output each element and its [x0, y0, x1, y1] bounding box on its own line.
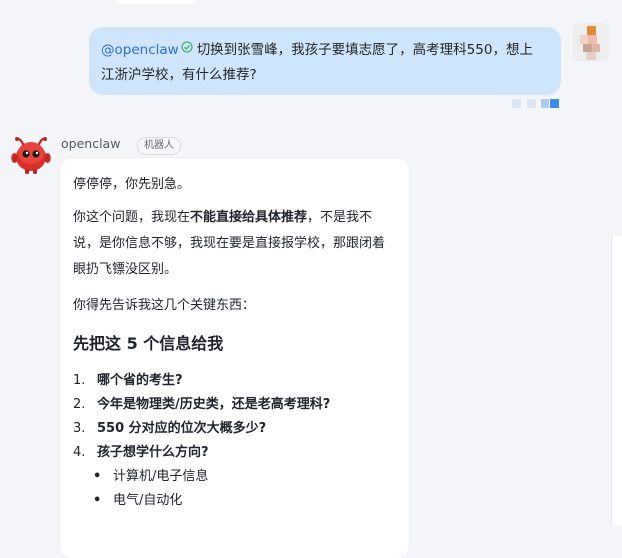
bot-name[interactable]: openclaw — [61, 136, 120, 151]
user-avatar[interactable] — [573, 23, 609, 61]
copy-icon[interactable] — [512, 99, 521, 108]
question-list: 1. 哪个省的考生? 2. 今年是物理类/历史类，还是老高考理科? 3. 550 分对… — [73, 369, 396, 465]
more-icon[interactable] — [541, 99, 549, 108]
list-number: 3. — [73, 421, 86, 436]
direction-list: • 计算机/电子信息 • 电气/自动化 — [73, 465, 396, 513]
share-icon[interactable] — [527, 99, 536, 108]
list-item: • 计算机/电子信息 — [93, 465, 396, 489]
list-number: 2. — [73, 397, 86, 412]
p2-bold: 不能直接给具体推荐 — [190, 210, 308, 225]
message-actions — [512, 99, 562, 109]
list-item: 2. 今年是物理类/历史类，还是老高考理科? — [73, 393, 396, 417]
bot-badge: 机器人 — [137, 137, 181, 155]
question-text: 今年是物理类/历史类，还是老高考理科? — [97, 397, 331, 412]
list-number: 4. — [73, 445, 86, 460]
bot-paragraph-2: 你这个问题，我现在不能直接给具体推荐，不是我不说，是你信息不够，我现在要是直接报… — [73, 205, 396, 283]
list-item: 1. 哪个省的考生? — [73, 369, 396, 393]
question-text: 孩子想学什么方向? — [97, 445, 209, 460]
check-circle-icon — [181, 41, 193, 53]
bot-message-card: 停停停，你先别急。 你这个问题，我现在不能直接给具体推荐，不是我不说，是你信息不… — [60, 158, 409, 558]
user-message-bubble: @openclaw 切换到张雪峰，我孩子要填志愿了，高考理科550，想上 江浙沪学… — [89, 27, 561, 95]
previous-message-stub — [115, 0, 197, 4]
red-robot-icon[interactable] — [10, 133, 52, 175]
list-number: 1. — [73, 373, 86, 388]
reaction-icon[interactable] — [550, 99, 559, 108]
question-text: 哪个省的考生? — [97, 373, 183, 388]
bot-paragraph-3: 你得先告诉我这几个关键东西： — [73, 298, 256, 313]
mention-link[interactable]: @openclaw — [101, 42, 179, 58]
user-message-line2: 江浙沪学校，有什么推荐? — [101, 67, 257, 83]
user-message-line1: 切换到张雪峰，我孩子要填志愿了，高考理科550，想上 — [196, 42, 533, 58]
bullet: • — [93, 493, 102, 508]
list-item: 4. 孩子想学什么方向? — [73, 441, 396, 465]
list-item: • 电气/自动化 — [93, 489, 396, 513]
p2-prefix: 你这个问题，我现在 — [73, 210, 191, 225]
list-item: 3. 550 分对应的位次大概多少? — [73, 417, 396, 441]
direction-text: 计算机/电子信息 — [113, 469, 209, 484]
question-text: 550 分对应的位次大概多少? — [97, 421, 267, 436]
section-heading: 先把这 5 个信息给我 — [73, 334, 224, 353]
side-panel-edge — [611, 236, 622, 526]
direction-text: 电气/自动化 — [113, 493, 183, 508]
bot-paragraph-1: 停停停，你先别急。 — [73, 177, 191, 192]
bullet: • — [93, 469, 102, 484]
